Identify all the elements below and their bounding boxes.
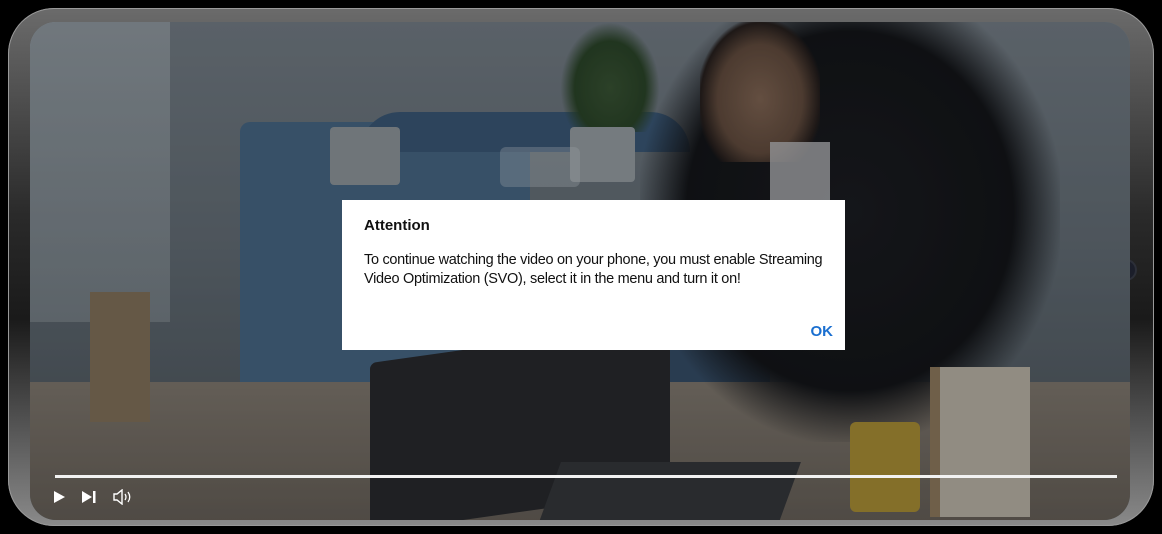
player-controls xyxy=(52,486,134,508)
play-icon[interactable] xyxy=(52,487,66,507)
ok-button[interactable]: OK xyxy=(811,323,834,340)
dialog-title: Attention xyxy=(364,217,430,234)
progress-bar[interactable] xyxy=(55,475,1117,478)
skip-next-icon[interactable] xyxy=(80,487,98,507)
video-screen[interactable]: Attention To continue watching the video… xyxy=(30,22,1130,520)
volume-icon[interactable] xyxy=(112,487,134,507)
attention-dialog: Attention To continue watching the video… xyxy=(342,200,845,350)
dialog-message: To continue watching the video on your p… xyxy=(364,252,823,287)
